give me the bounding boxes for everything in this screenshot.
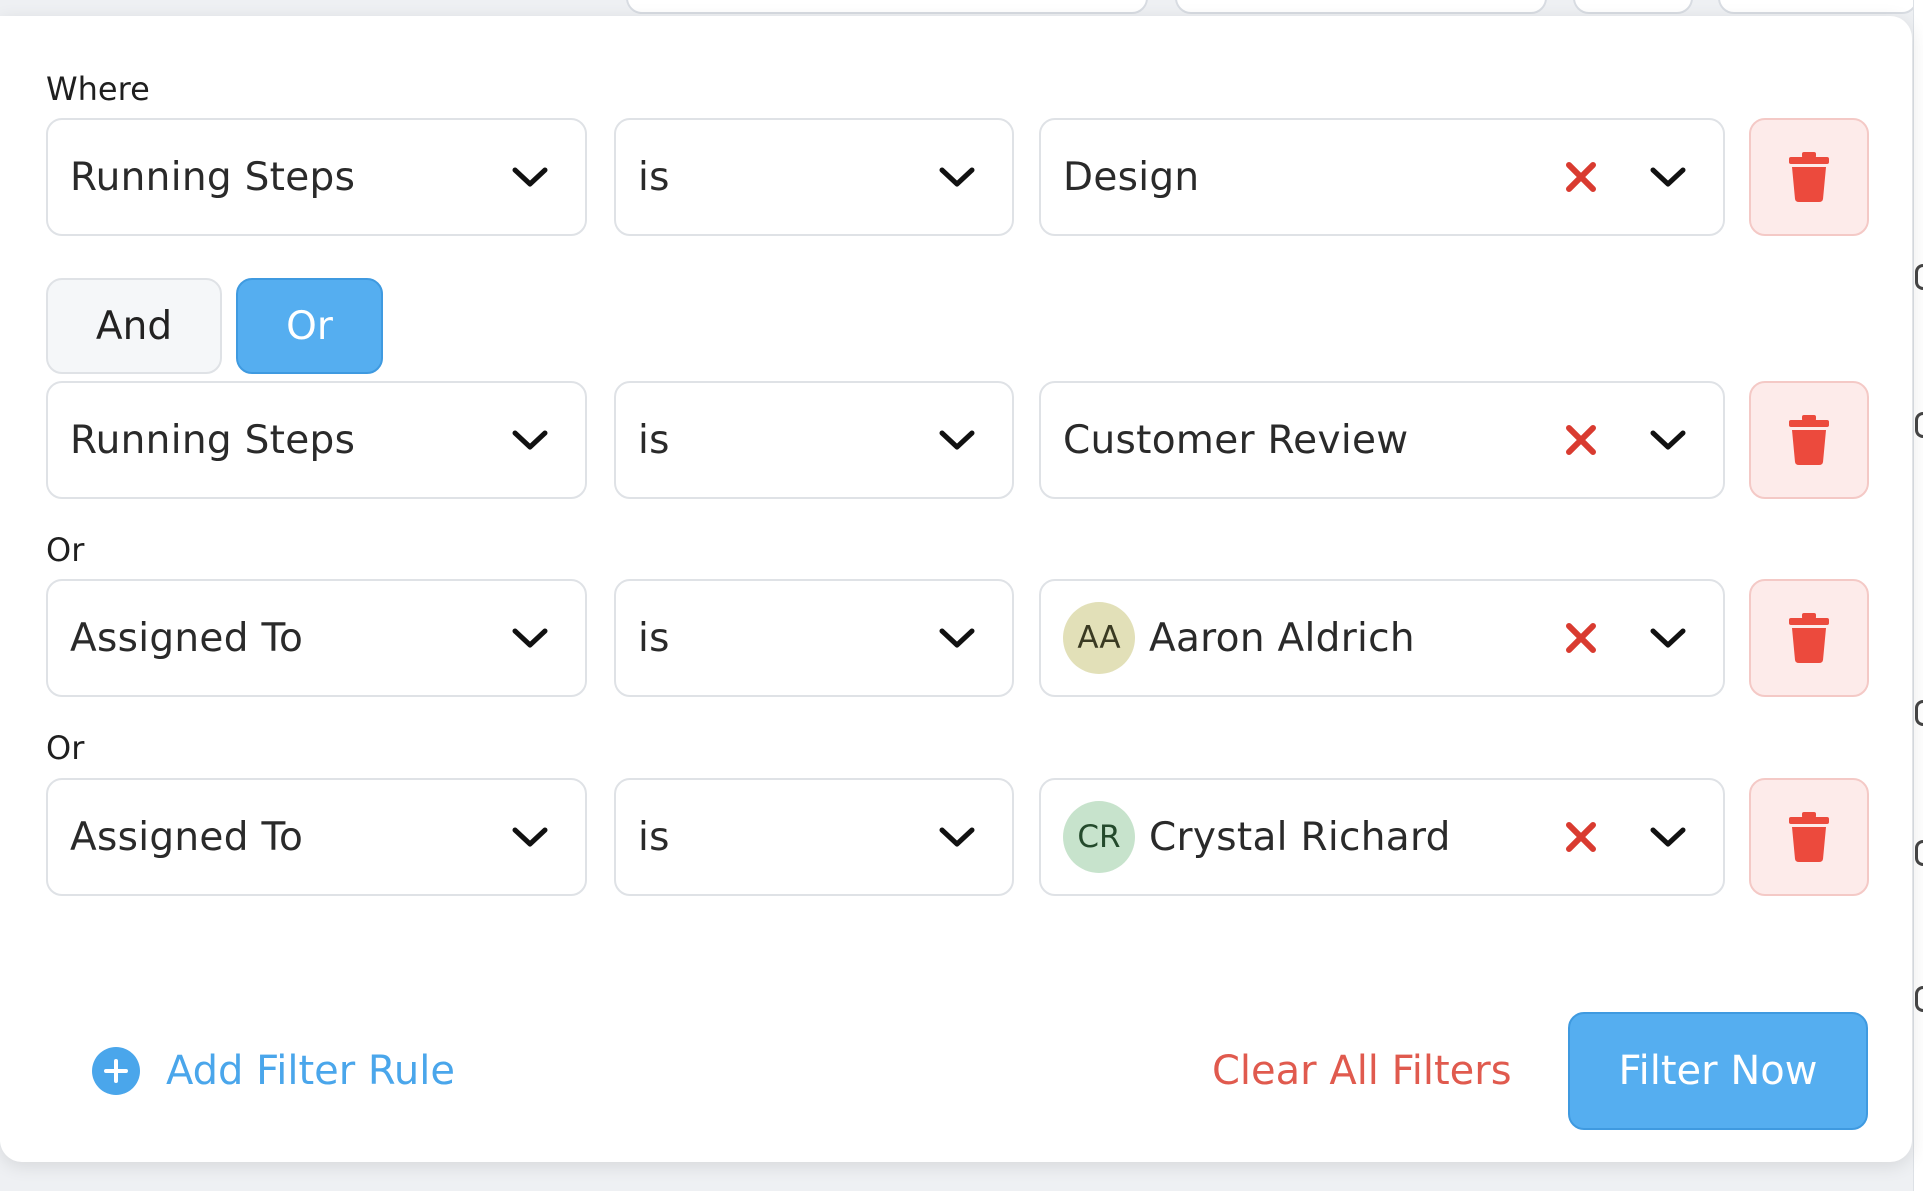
delete-rule-button[interactable]	[1749, 381, 1869, 499]
background-field	[1175, 0, 1547, 14]
value-select[interactable]: Customer Review	[1039, 381, 1725, 499]
close-icon[interactable]	[1565, 821, 1597, 853]
chevron-down-icon	[939, 430, 975, 450]
field-select[interactable]: Assigned To	[46, 778, 587, 896]
field-select-value: Assigned To	[70, 615, 304, 661]
chevron-down-icon	[1650, 827, 1686, 847]
where-label: Where	[46, 70, 150, 108]
chevron-down-icon	[939, 167, 975, 187]
avatar: AA	[1063, 602, 1135, 674]
field-select[interactable]: Running Steps	[46, 381, 587, 499]
field-select[interactable]: Running Steps	[46, 118, 587, 236]
background-mark	[1915, 840, 1923, 866]
add-filter-rule-button[interactable]: Add Filter Rule	[92, 1043, 455, 1099]
chevron-down-icon	[512, 628, 548, 648]
trash-icon	[1789, 415, 1829, 465]
operator-select[interactable]: is	[614, 381, 1014, 499]
value-select[interactable]: CR Crystal Richard	[1039, 778, 1725, 896]
avatar: CR	[1063, 801, 1135, 873]
operator-select[interactable]: is	[614, 778, 1014, 896]
background-field	[1718, 0, 1918, 14]
background-mark	[1915, 986, 1923, 1012]
background-field	[1573, 0, 1693, 14]
value-select-value: Aaron Aldrich	[1149, 615, 1415, 661]
operator-select[interactable]: is	[614, 118, 1014, 236]
chevron-down-icon	[512, 167, 548, 187]
filter-now-button[interactable]: Filter Now	[1568, 1012, 1868, 1130]
field-select-value: Assigned To	[70, 814, 304, 860]
delete-rule-button[interactable]	[1749, 778, 1869, 896]
field-select-value: Running Steps	[70, 154, 356, 200]
operator-select-value: is	[638, 154, 670, 200]
conjunction-label: Or	[46, 531, 85, 569]
operator-select-value: is	[638, 814, 670, 860]
chevron-down-icon	[512, 430, 548, 450]
operator-select-value: is	[638, 615, 670, 661]
add-filter-rule-label: Add Filter Rule	[166, 1048, 456, 1094]
or-toggle-button[interactable]: Or	[236, 278, 383, 374]
plus-circle-icon	[92, 1047, 140, 1095]
clear-all-filters-link[interactable]: Clear All Filters	[1212, 1043, 1512, 1099]
close-icon[interactable]	[1565, 424, 1597, 456]
field-select[interactable]: Assigned To	[46, 579, 587, 697]
trash-icon	[1789, 152, 1829, 202]
background-mark	[1915, 412, 1923, 438]
field-select-value: Running Steps	[70, 417, 356, 463]
chevron-down-icon	[939, 628, 975, 648]
operator-select-value: is	[638, 417, 670, 463]
value-select-value: Customer Review	[1063, 417, 1409, 463]
close-icon[interactable]	[1565, 622, 1597, 654]
chevron-down-icon	[1650, 628, 1686, 648]
background-field	[626, 0, 1148, 14]
chevron-down-icon	[1650, 430, 1686, 450]
value-select[interactable]: AA Aaron Aldrich	[1039, 579, 1725, 697]
delete-rule-button[interactable]	[1749, 579, 1869, 697]
background-mark	[1915, 264, 1923, 290]
trash-icon	[1789, 812, 1829, 862]
value-select-value: Crystal Richard	[1149, 814, 1451, 860]
and-toggle-button[interactable]: And	[46, 278, 222, 374]
filter-panel: Where Running Steps is Design And Or Run…	[0, 16, 1912, 1162]
chevron-down-icon	[512, 827, 548, 847]
value-select[interactable]: Design	[1039, 118, 1725, 236]
background-edge	[1913, 0, 1923, 1191]
close-icon[interactable]	[1565, 161, 1597, 193]
operator-select[interactable]: is	[614, 579, 1014, 697]
delete-rule-button[interactable]	[1749, 118, 1869, 236]
chevron-down-icon	[1650, 167, 1686, 187]
value-select-value: Design	[1063, 154, 1200, 200]
trash-icon	[1789, 613, 1829, 663]
background-mark	[1915, 700, 1923, 726]
conjunction-label: Or	[46, 729, 85, 767]
chevron-down-icon	[939, 827, 975, 847]
